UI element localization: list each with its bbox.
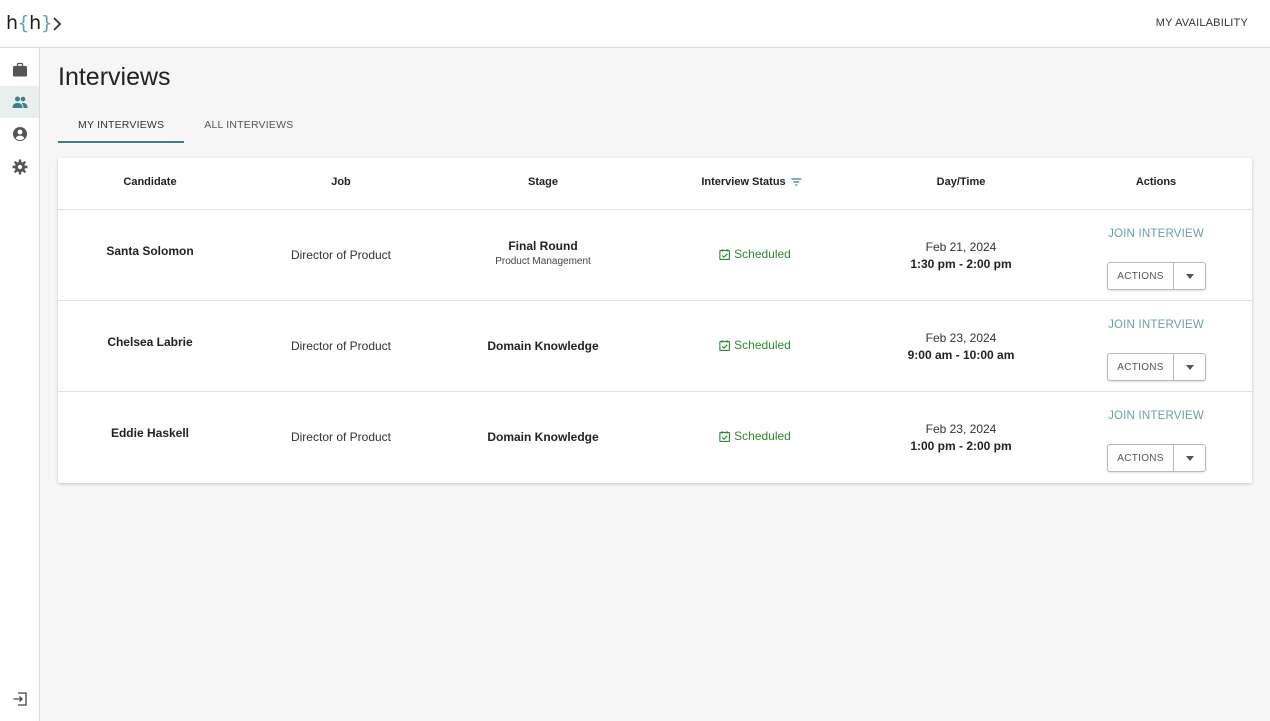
tab-my-interviews[interactable]: MY INTERVIEWS [58,110,185,143]
sidebar-item-profile[interactable] [0,118,39,150]
interview-date: Feb 23, 2024 [925,422,997,436]
interview-time: 1:30 pm - 2:00 pm [910,257,1012,271]
status-badge: Scheduled [719,429,791,443]
actions-button[interactable]: ACTIONS [1108,354,1174,380]
gear-icon [12,159,27,175]
caret-down-icon [1185,364,1194,370]
filter-icon[interactable] [791,177,803,187]
stage-department: Product Management [495,256,591,267]
stage-cell: Final Round Product Management [495,239,591,267]
calendar-check-icon [719,430,731,442]
column-header-actions: Actions [1135,176,1177,188]
join-interview-button[interactable]: JOIN INTERVIEW [1108,319,1204,331]
interviews-table: Candidate Job Stage Interview Status Day… [58,158,1252,483]
sidebar-item-jobs[interactable] [0,54,39,86]
column-header-candidate: Candidate [123,176,177,188]
join-interview-button[interactable]: JOIN INTERVIEW [1108,410,1204,422]
expand-sidebar-chevron-icon[interactable] [49,14,65,34]
join-interview-button[interactable]: JOIN INTERVIEW [1108,228,1204,240]
tab-all-interviews[interactable]: ALL INTERVIEWS [184,110,313,143]
sidebar-item-interviews[interactable] [0,86,39,118]
table-header: Candidate Job Stage Interview Status Day… [58,158,1252,210]
calendar-check-icon [719,248,731,260]
page-title: Interviews [58,63,171,91]
stage-name: Domain Knowledge [487,339,599,353]
people-icon [12,96,27,108]
logout-icon [13,692,27,706]
calendar-check-icon [719,339,731,351]
caret-down-icon [1185,455,1194,461]
candidate-name[interactable]: Eddie Haskell [111,426,189,440]
actions-split-button: ACTIONS [1107,444,1206,472]
my-availability-button[interactable]: MY AVAILABILITY [1156,17,1248,29]
table-row: Santa Solomon Director of Product Final … [58,210,1252,301]
column-header-day-time: Day/Time [936,176,986,188]
table-row: Chelsea Labrie Director of Product Domai… [58,301,1252,392]
sidebar [0,48,40,721]
interview-date: Feb 23, 2024 [925,331,997,345]
briefcase-icon [12,62,27,77]
actions-dropdown-toggle[interactable] [1174,263,1205,289]
actions-dropdown-toggle[interactable] [1174,445,1205,471]
candidate-name[interactable]: Santa Solomon [106,244,193,258]
status-badge: Scheduled [719,247,791,261]
stage-cell: Domain Knowledge [487,430,598,444]
column-header-job: Job [331,176,351,188]
status-badge: Scheduled [719,338,791,352]
stage-cell: Domain Knowledge [487,339,598,353]
sidebar-item-logout[interactable] [0,683,39,715]
interview-date: Feb 21, 2024 [925,240,997,254]
job-title: Director of Product [290,248,392,262]
interview-time: 9:00 am - 10:00 am [907,348,1015,362]
actions-dropdown-toggle[interactable] [1174,354,1205,380]
top-bar: h{h} MY AVAILABILITY [0,0,1270,48]
account-circle-icon [12,127,27,141]
actions-button[interactable]: ACTIONS [1108,445,1174,471]
candidate-name[interactable]: Chelsea Labrie [107,335,192,349]
job-title: Director of Product [290,430,392,444]
day-time-cell: Feb 23, 2024 9:00 am - 10:00 am [908,331,1015,362]
actions-button[interactable]: ACTIONS [1108,263,1174,289]
job-title: Director of Product [290,339,392,353]
actions-split-button: ACTIONS [1107,353,1206,381]
actions-split-button: ACTIONS [1107,262,1206,290]
column-header-stage: Stage [528,176,558,188]
stage-name: Domain Knowledge [487,430,599,444]
day-time-cell: Feb 23, 2024 1:00 pm - 2:00 pm [910,422,1011,453]
day-time-cell: Feb 21, 2024 1:30 pm - 2:00 pm [910,240,1011,271]
table-row: Eddie Haskell Director of Product Domain… [58,392,1252,483]
interview-tabs: MY INTERVIEWS ALL INTERVIEWS [58,110,313,144]
caret-down-icon [1185,273,1194,279]
stage-name: Final Round [508,239,578,253]
sidebar-item-settings[interactable] [0,151,39,183]
app-logo[interactable]: h{h} [6,12,53,34]
interview-time: 1:00 pm - 2:00 pm [910,439,1012,453]
column-header-interview-status: Interview Status [701,176,802,188]
